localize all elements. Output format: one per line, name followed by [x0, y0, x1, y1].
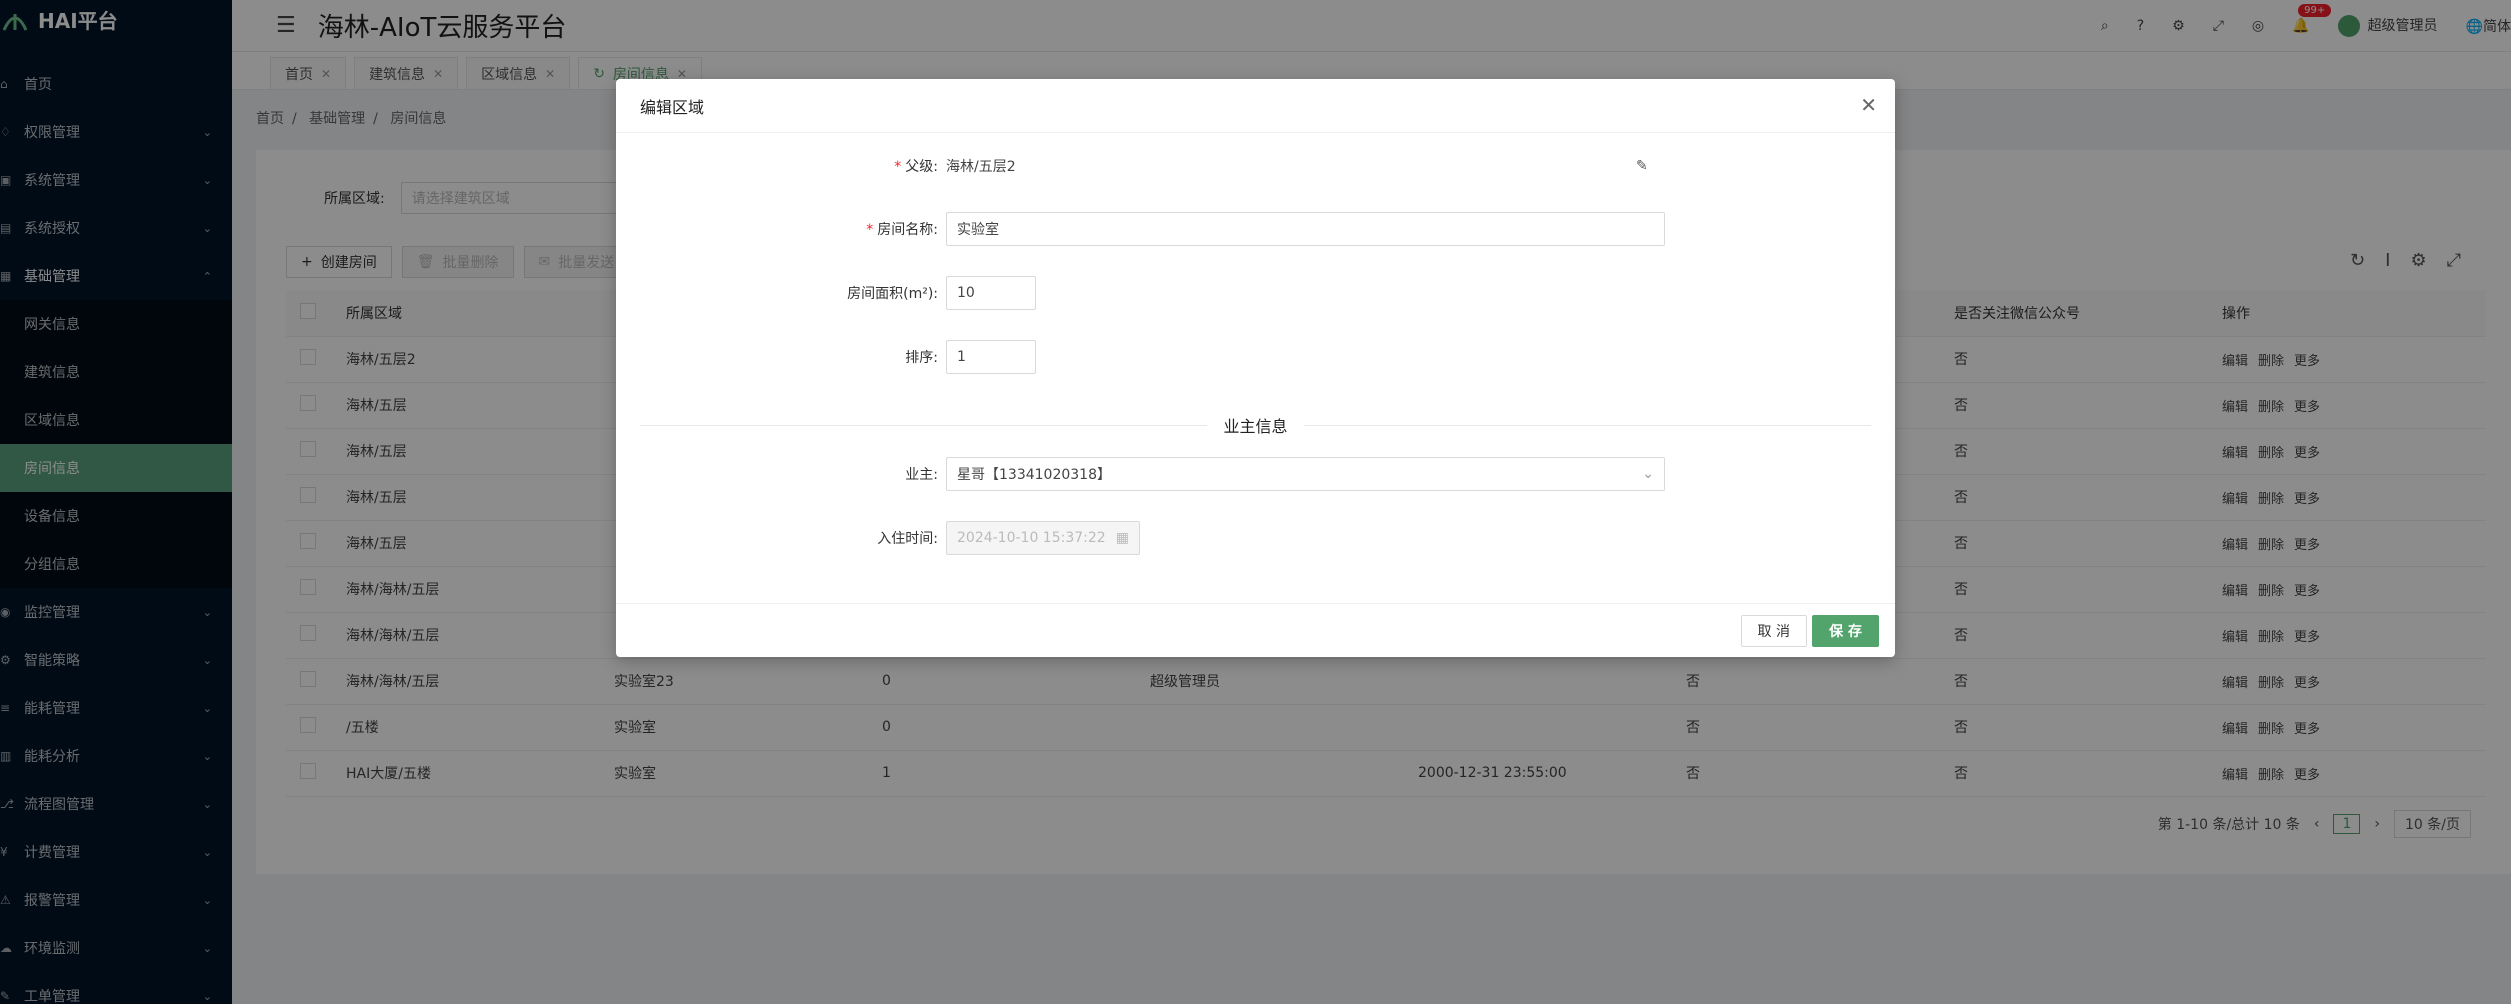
room-name-label: 房间名称: [877, 222, 938, 238]
parent-value: 海林/五层2 [946, 159, 1016, 175]
save-button[interactable]: 保 存 [1812, 615, 1879, 647]
edit-area-modal: 编辑区域 ✕ * 父级: 海林/五层2 ✎ * 房间名称: 实验室 房间面积(m²)… [616, 79, 1895, 657]
calendar-icon: ▦ [1115, 530, 1129, 546]
owner-value: 星哥【13341020318】 [957, 467, 1111, 483]
chevron-down-icon: ⌄ [1642, 466, 1654, 482]
room-area-input[interactable]: 10 [946, 276, 1036, 310]
sort-label: 排序: [905, 350, 938, 366]
modal-footer: 取 消 保 存 [616, 603, 1895, 657]
parent-label: 父级: [905, 159, 938, 175]
owner-select[interactable]: 星哥【13341020318】 ⌄ [946, 457, 1665, 491]
modal-title: 编辑区域 [640, 97, 705, 117]
edit-icon[interactable]: ✎ [1636, 158, 1648, 174]
close-icon[interactable]: ✕ [1860, 93, 1877, 117]
room-area-label: 房间面积(m²): [847, 286, 938, 302]
checkin-date-picker[interactable]: 2024-10-10 15:37:22 ▦ [946, 521, 1140, 555]
owner-label: 业主: [905, 467, 938, 483]
cancel-button[interactable]: 取 消 [1740, 615, 1807, 647]
owner-section-title: 业主信息 [1207, 417, 1304, 436]
checkin-value: 2024-10-10 15:37:22 [957, 530, 1106, 546]
room-name-input[interactable]: 实验室 [946, 212, 1665, 246]
sort-input[interactable]: 1 [946, 340, 1036, 374]
checkin-label: 入住时间: [877, 531, 938, 547]
